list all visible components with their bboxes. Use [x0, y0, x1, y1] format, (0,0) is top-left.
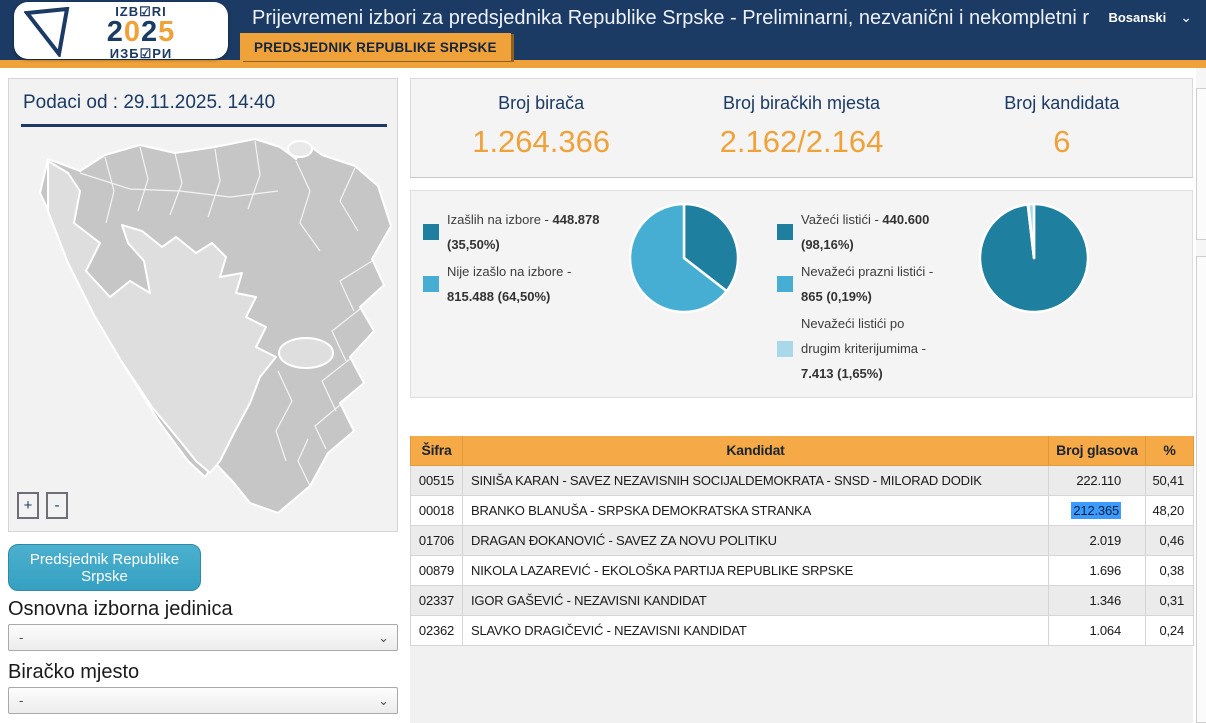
- contest-button[interactable]: Predsjednik Republike Srpske: [8, 544, 201, 591]
- logo-year: 2025: [66, 18, 216, 47]
- select-value: -: [19, 630, 23, 645]
- language-selector[interactable]: Bosanski ⌄: [1108, 9, 1192, 26]
- data-as-of-label: Podaci od : 29.11.2025. 14:40: [9, 79, 397, 124]
- polling-station-label: Biračko mjesto: [8, 661, 139, 684]
- turnout-legend: Izašlih na izbore - 448.878 (35,50%) Nij…: [423, 207, 605, 397]
- summary-stats-panel: Broj birača 1.264.366 Broj biračkih mjes…: [410, 78, 1193, 178]
- table-row[interactable]: 00879 NIKOLA LAZAREVIĆ - EKOLOŠKA PARTIJ…: [411, 555, 1194, 585]
- results-header-row: Šifra Kandidat Broj glasova %: [411, 436, 1194, 465]
- select-value: -: [19, 693, 23, 708]
- language-label: Bosanski: [1108, 10, 1166, 25]
- results-panel: Šifra Kandidat Broj glasova % 00515 SINI…: [410, 436, 1193, 723]
- map-panel: Podaci od : 29.11.2025. 14:40: [8, 78, 398, 532]
- title-underline: [21, 124, 387, 127]
- legend-color-swatch: [423, 224, 439, 240]
- basic-electoral-unit-label: Osnovna izborna jedinica: [8, 598, 233, 621]
- page-title: Prijevremeni izbori za predsjednika Repu…: [252, 7, 1089, 30]
- ballots-legend: Važeći listići - 440.600 (98,16%) Nevaže…: [777, 207, 945, 397]
- stat-value: 2.162/2.164: [671, 124, 931, 160]
- table-row[interactable]: 01706 DRAGAN ĐOKANOVIĆ - SAVEZ ZA NOVU P…: [411, 525, 1194, 555]
- column-header-candidate[interactable]: Kandidat: [463, 436, 1049, 465]
- bih-triangle-icon: [24, 7, 70, 57]
- stat-voters: Broj birača 1.264.366: [411, 79, 671, 177]
- column-header-code[interactable]: Šifra: [411, 436, 463, 465]
- legend-item-turnout-voted: Izašlih na izbore - 448.878 (35,50%): [423, 207, 605, 257]
- stat-value: 1.264.366: [411, 124, 671, 160]
- stat-value: 6: [932, 124, 1192, 160]
- legend-color-swatch: [777, 224, 793, 240]
- legend-item-other-invalid-ballots: Nevažeći listići po drugim kriterijumima…: [777, 311, 945, 386]
- legend-color-swatch: [423, 276, 439, 292]
- basic-electoral-unit-select[interactable]: -⌄: [8, 624, 398, 651]
- polling-station-select[interactable]: -⌄: [8, 687, 398, 714]
- table-row[interactable]: 02337 IGOR GAŠEVIĆ - NEZAVISNI KANDIDAT …: [411, 585, 1194, 615]
- map-zoom-out-button[interactable]: -: [46, 492, 68, 519]
- map-zoom-in-button[interactable]: +: [17, 492, 39, 519]
- map-zoom-controls: +-: [17, 492, 75, 519]
- column-header-percent[interactable]: %: [1146, 436, 1194, 465]
- legend-color-swatch: [777, 276, 793, 292]
- legend-item-turnout-not-voted: Nije izašlo na izbore - 815.488 (64,50%): [423, 259, 605, 309]
- stat-candidates: Broj kandidata 6: [932, 79, 1192, 177]
- turnout-pie-chart[interactable]: [627, 201, 741, 315]
- logo-izbori-cyrillic: ИЗБ☑РИ: [66, 47, 216, 60]
- chevron-down-icon: ⌄: [378, 693, 389, 709]
- elections-2025-logo: IZB☑RI 2025 ИЗБ☑РИ: [14, 2, 228, 59]
- contest-tab[interactable]: PREDSJEDNIK REPUBLIKE SRPSKE: [240, 33, 511, 61]
- stat-label: Broj birača: [411, 93, 671, 114]
- accent-bar: [0, 60, 1206, 68]
- map-brcko-district: [288, 141, 312, 157]
- stat-label: Broj kandidata: [932, 93, 1192, 114]
- stat-polling-stations: Broj biračkih mjesta 2.162/2.164: [671, 79, 931, 177]
- ballots-pie-chart[interactable]: [977, 201, 1091, 315]
- charts-panel: Izašlih na izbore - 448.878 (35,50%) Nij…: [410, 190, 1193, 398]
- table-row[interactable]: 02362 SLAVKO DRAGIČEVIĆ - NEZAVISNI KAND…: [411, 615, 1194, 645]
- results-table: Šifra Kandidat Broj glasova % 00515 SINI…: [410, 436, 1194, 646]
- table-row[interactable]: 00515 SINIŠA KARAN - SAVEZ NEZAVISNIH SO…: [411, 465, 1194, 495]
- table-row[interactable]: 00018 BRANKO BLANUŠA - SRPSKA DEMOKRATSK…: [411, 495, 1194, 525]
- chevron-down-icon: ⌄: [1180, 9, 1192, 25]
- cutoff-content-strip: [1196, 68, 1206, 723]
- legend-color-swatch: [777, 341, 793, 357]
- election-results-page: IZB☑RI 2025 ИЗБ☑РИ Prijevremeni izbori z…: [0, 0, 1206, 723]
- legend-item-blank-ballots: Nevažeći prazni listići - 865 (0,19%): [777, 259, 945, 309]
- chevron-down-icon: ⌄: [378, 630, 389, 646]
- selected-text: 212.365: [1071, 502, 1121, 519]
- header-bar: IZB☑RI 2025 ИЗБ☑РИ Prijevremeni izbori z…: [0, 0, 1206, 60]
- map-svg: [10, 131, 396, 525]
- column-header-votes[interactable]: Broj glasova: [1049, 436, 1146, 465]
- legend-item-valid-ballots: Važeći listići - 440.600 (98,16%): [777, 207, 945, 257]
- stat-label: Broj biračkih mjesta: [671, 93, 931, 114]
- bih-municipalities-map[interactable]: +-: [10, 131, 396, 525]
- map-east-pocket: [279, 338, 333, 368]
